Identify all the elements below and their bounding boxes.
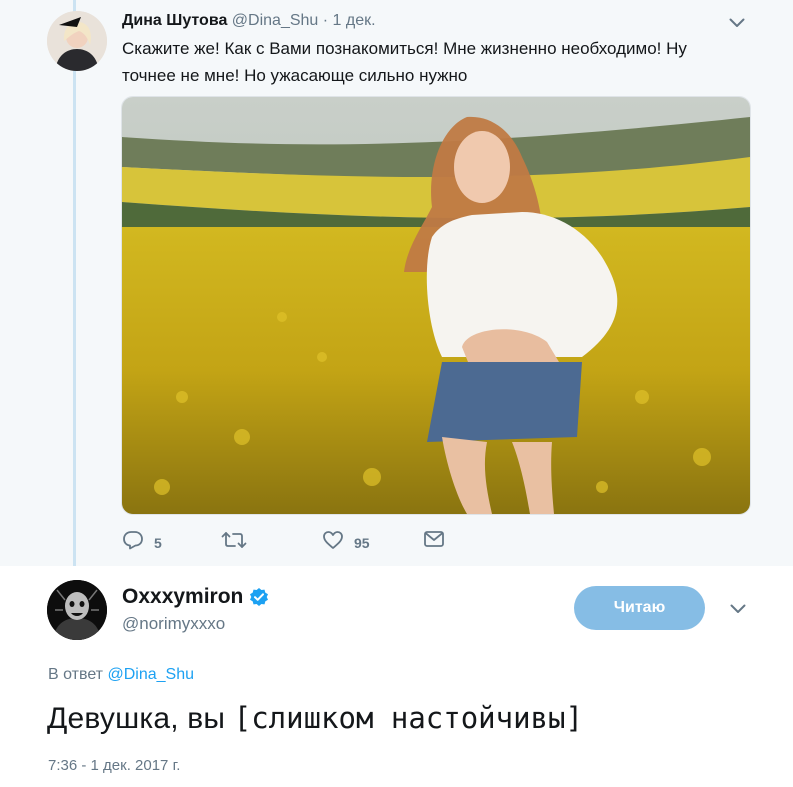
author-name[interactable]: Oxxxymiron [122,585,269,609]
tweet-text-plain: Девушка, вы [47,702,234,735]
retweet-button[interactable] [221,530,257,550]
like-count: 95 [354,535,370,551]
envelope-icon [424,531,444,547]
reply-count: 5 [154,535,162,551]
tweet-menu-chevron-icon[interactable] [726,597,750,621]
verified-badge-icon [249,587,269,607]
avatar[interactable] [47,580,107,640]
reply-icon [123,531,143,550]
direct-message-button[interactable] [423,530,445,548]
tweet-actions: 5 95 [122,530,462,556]
like-button[interactable]: 95 [322,530,370,551]
avatar-image [47,11,107,71]
reply-context: В ответ @Dina_Shu [48,666,194,684]
tweet-text: Скажите же! Как с Вами познакомиться! Мн… [122,39,687,85]
reply-to-link[interactable]: @Dina_Shu [107,666,194,683]
photo-image [122,97,750,514]
tweet-menu-chevron-icon[interactable] [725,11,749,35]
retweet-icon [221,532,247,548]
thread-line [73,0,76,566]
avatar[interactable] [47,11,107,71]
tweet-photo[interactable] [121,96,751,515]
reply-prefix: В ответ [48,666,104,683]
author-name[interactable]: Дина Шутова [122,12,227,29]
tweet-timestamp[interactable]: 7:36 - 1 дек. 2017 г. [48,757,180,774]
heart-icon [323,531,343,549]
author-handle[interactable]: @norimyxxxo [122,614,225,634]
tweet-date[interactable]: 1 дек. [333,12,376,29]
author-name-text[interactable]: Oxxxymiron [122,585,243,609]
parent-tweet-header: Дина Шутова @Dina_Shu · 1 дек. [122,12,376,30]
reply-button[interactable]: 5 [122,530,162,551]
tweet-text: Девушка, вы [слишком настойчивы] [47,701,583,736]
following-button[interactable]: Читаю [574,586,705,630]
tweet-text-mono: [слишком настойчивы] [233,701,583,735]
parent-tweet[interactable]: Дина Шутова @Dina_Shu · 1 дек. Скажите ж… [0,0,793,566]
separator-dot: · [322,12,329,29]
author-handle[interactable]: @Dina_Shu [232,12,319,29]
avatar-image [47,580,107,640]
